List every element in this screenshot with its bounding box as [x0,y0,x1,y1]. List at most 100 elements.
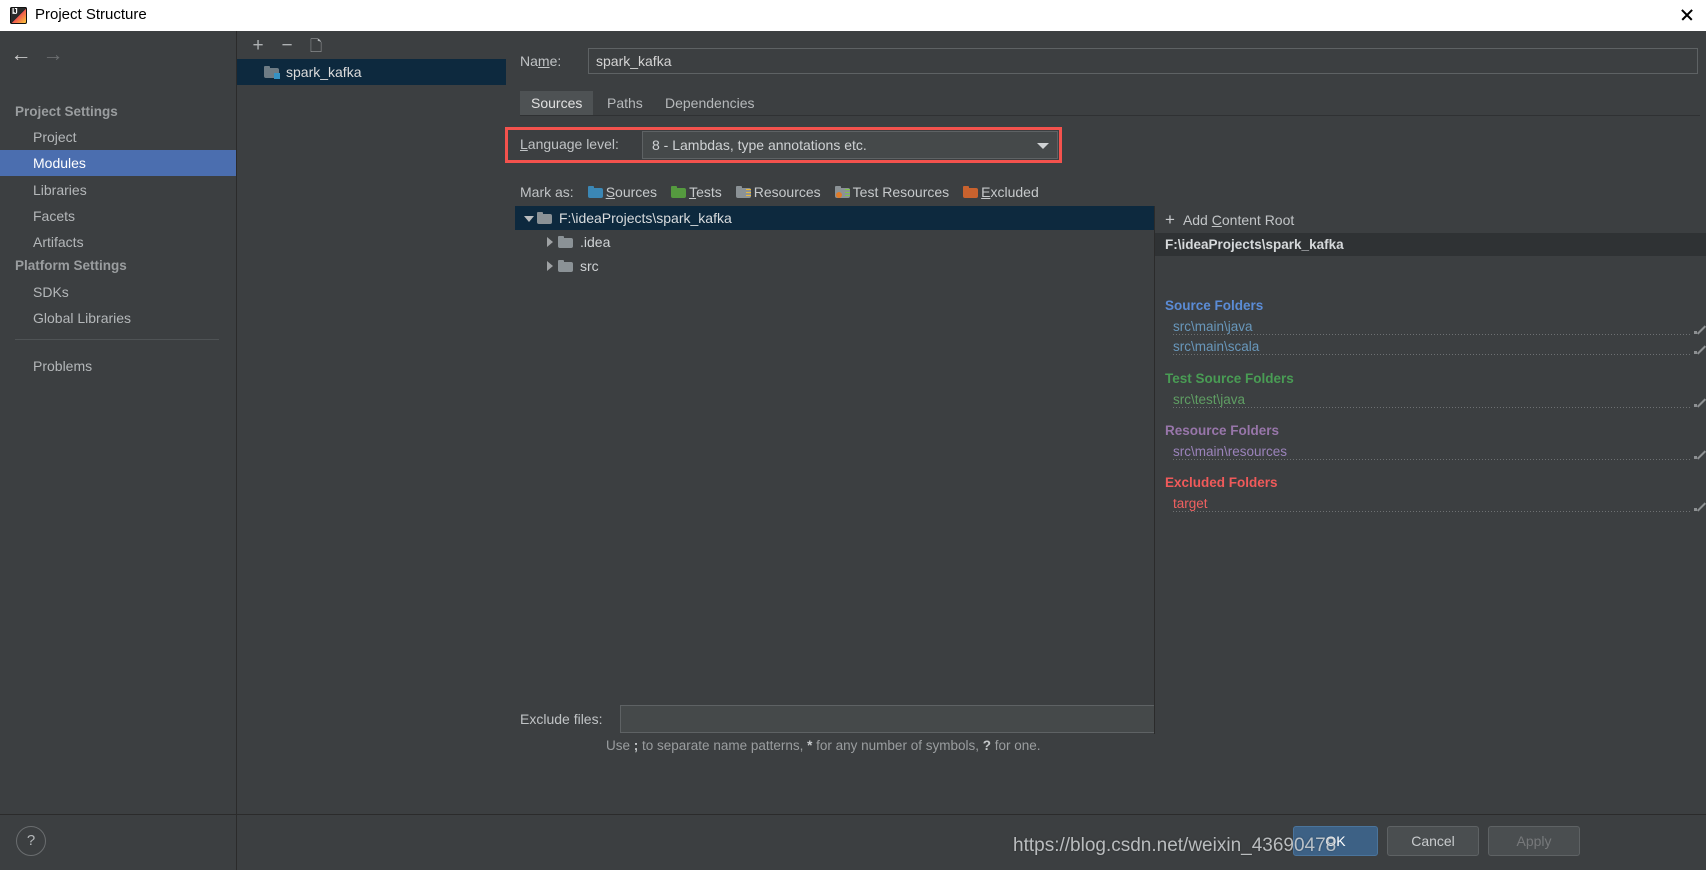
mark-as-sources-label: Sources [605,184,658,200]
sidebar-group-project-settings: Project Settings [15,104,118,119]
language-level-value: 8 - Lambdas, type annotations etc. [652,137,867,153]
mark-as-excluded[interactable]: Excluded [963,184,1039,200]
mark-as-label: Mark as: [520,184,574,200]
mark-as-test-resources-label: Test Resources [852,184,950,200]
folder-sources-icon [587,186,603,198]
excluded-folder-row[interactable]: target [1173,496,1703,516]
arrow-right-icon[interactable]: → [40,44,66,65]
dotted-leader [1173,407,1691,408]
section-title-excluded-folders: Excluded Folders [1165,475,1278,490]
module-name-row: Name: [520,48,1700,76]
chevron-down-icon [1037,143,1049,149]
exclude-files-input[interactable] [620,705,1155,733]
folder-resources-icon [735,186,751,198]
module-editor-panel: Name: Sources Paths Dependencies Languag… [505,31,1706,814]
source-folder-row[interactable]: src\main\scala [1173,339,1703,359]
content-roots-pane: + Add Content Root F:\ideaProjects\spark… [1154,206,1706,734]
module-folder-icon [264,66,280,79]
tree-row-label: src [580,258,599,274]
language-level-dropdown[interactable]: 8 - Lambdas, type annotations etc. [642,131,1058,159]
sidebar-item-sdks[interactable]: SDKs [0,279,236,305]
add-content-root-button[interactable]: + Add Content Root [1155,206,1706,233]
section-title-resource-folders: Resource Folders [1165,423,1280,438]
source-folder-row[interactable]: src\main\java [1173,319,1703,339]
folder-tests-icon [671,186,687,198]
watermark: https://blog.csdn.net/weixin_43690478 [1013,835,1337,856]
chevron-right-icon[interactable] [542,258,558,274]
section-title-source-folders: Source Folders [1165,298,1264,313]
excluded-folder-path: target [1173,496,1211,511]
resource-folder-row[interactable]: src\main\resources [1173,444,1703,464]
tree-row[interactable]: src [515,254,1155,278]
folder-test-resources-icon [834,186,850,198]
add-module-button[interactable]: + [246,35,270,57]
tab-dependencies[interactable]: Dependencies [654,91,766,116]
remove-module-button[interactable]: − [275,35,299,57]
source-folder-path: src\main\java [1173,319,1256,334]
exclude-files-label: Exclude files: [520,711,603,727]
tab-sources[interactable]: Sources [520,91,594,116]
chevron-right-icon[interactable] [542,234,558,250]
module-list-item-spark-kafka[interactable]: spark_kafka [237,59,506,85]
mark-as-tests-label: Tests [689,184,722,200]
nav-history-controls: ← → [8,41,88,69]
title-bar: Project Structure [0,0,1706,32]
dotted-leader [1173,334,1691,335]
tab-paths[interactable]: Paths [596,91,654,116]
settings-sidebar: ← → Project Settings Platform Settings P… [0,31,237,814]
module-name-label: spark_kafka [286,64,362,80]
module-tabs: Sources Paths Dependencies [520,91,1700,116]
exclude-files-hint: Use ; to separate name patterns, * for a… [606,738,1041,753]
language-level-row: Language level: 8 - Lambdas, type annota… [520,131,1080,159]
mark-as-sources[interactable]: Sources [587,184,658,200]
folder-icon [558,236,573,248]
sidebar-item-global-libraries[interactable]: Global Libraries [0,305,236,331]
folder-icon [558,260,573,272]
close-icon[interactable] [1676,4,1698,26]
edit-pencil-icon[interactable] [1694,340,1706,354]
module-name-input[interactable] [588,48,1698,74]
sidebar-group-platform-settings: Platform Settings [15,258,127,273]
content-tree: F:\ideaProjects\spark_kafka .idea src [515,206,1155,734]
modules-list-panel: + − 🗋 spark_kafka [237,31,507,814]
mark-as-tests[interactable]: Tests [671,184,722,200]
tree-row[interactable]: .idea [515,230,1155,254]
modules-toolbar: + − 🗋 [237,31,506,59]
section-title-test-source-folders: Test Source Folders [1165,371,1294,386]
edit-pencil-icon[interactable] [1694,445,1706,459]
dotted-leader [1173,354,1691,355]
add-content-root-label: Add Content Root [1182,211,1295,228]
chevron-down-icon[interactable] [521,210,537,226]
edit-pencil-icon[interactable] [1694,497,1706,511]
language-level-label: Language level: [520,136,619,152]
mark-as-resources[interactable]: Resources [735,184,821,200]
project-structure-dialog: Project Structure ← → Project Settings P… [0,0,1706,870]
window-title: Project Structure [35,6,147,23]
arrow-left-icon[interactable]: ← [8,44,34,65]
tree-row[interactable]: F:\ideaProjects\spark_kafka [515,206,1155,230]
resource-folder-path: src\main\resources [1173,444,1291,459]
source-folder-path: src\main\scala [1173,339,1263,354]
name-label: Name: [520,53,562,69]
mark-as-resources-label: Resources [753,184,821,200]
sidebar-item-modules[interactable]: Modules [0,150,236,176]
sidebar-item-facets[interactable]: Facets [0,203,236,229]
sidebar-item-problems[interactable]: Problems [0,353,236,379]
help-bar: ? [0,814,237,870]
copy-module-icon[interactable]: 🗋 [304,35,328,57]
test-source-folder-row[interactable]: src\test\java [1173,392,1703,412]
sidebar-item-artifacts[interactable]: Artifacts [0,229,236,255]
plus-icon: + [1165,209,1175,229]
sidebar-item-libraries[interactable]: Libraries [0,177,236,203]
dotted-leader [1173,459,1691,460]
folder-icon [537,212,552,224]
dotted-leader [1173,511,1691,512]
edit-pencil-icon[interactable] [1694,320,1706,334]
test-source-folder-path: src\test\java [1173,392,1249,407]
mark-as-test-resources[interactable]: Test Resources [834,184,950,200]
sidebar-item-project[interactable]: Project [0,124,236,150]
intellij-idea-icon [10,7,27,24]
edit-pencil-icon[interactable] [1694,393,1706,407]
help-icon[interactable]: ? [16,826,46,856]
content-root-path: F:\ideaProjects\spark_kafka [1155,233,1706,256]
